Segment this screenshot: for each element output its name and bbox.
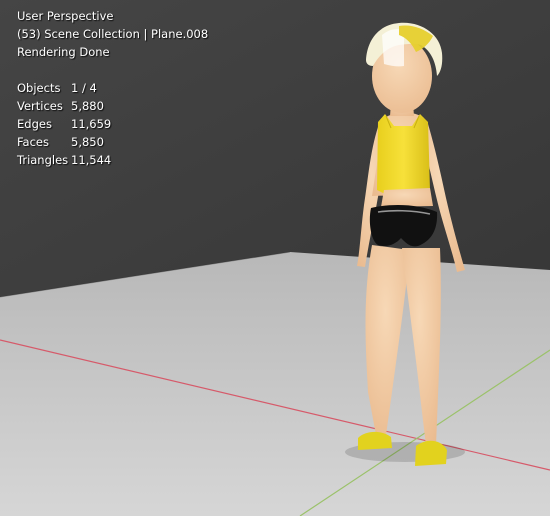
stat-value: 5,850: [71, 135, 104, 149]
floor-plane: [0, 252, 550, 516]
right-shoe: [415, 440, 447, 466]
collection-path: (53) Scene Collection | Plane.008: [17, 27, 209, 41]
stat-value: 5,880: [71, 99, 104, 113]
stat-row-triangles: Triangles 11,544: [17, 151, 208, 169]
stat-label: Vertices: [17, 99, 63, 113]
stat-label: Triangles: [17, 153, 69, 167]
waist: [381, 188, 433, 207]
viewport-overlay: User Perspective (53) Scene Collection |…: [17, 7, 208, 169]
stat-label: Edges: [17, 117, 52, 131]
stat-label: Faces: [17, 135, 49, 149]
stat-row-faces: Faces 5,850: [17, 133, 208, 151]
stat-label: Objects: [17, 81, 61, 95]
yellow-top: [377, 114, 430, 194]
3d-viewport[interactable]: User Perspective (53) Scene Collection |…: [0, 0, 550, 516]
view-name: User Perspective: [17, 9, 114, 23]
left-shoe: [358, 431, 392, 450]
stat-row-vertices: Vertices 5,880: [17, 97, 208, 115]
render-status: Rendering Done: [17, 45, 110, 59]
stat-value: 11,544: [71, 153, 112, 167]
stat-value: 1 / 4: [71, 81, 97, 95]
stat-value: 11,659: [71, 117, 112, 131]
stat-row-objects: Objects 1 / 4: [17, 79, 208, 97]
stat-row-edges: Edges 11,659: [17, 115, 208, 133]
statistics-panel: Objects 1 / 4 Vertices 5,880 Edges 11,65…: [17, 79, 208, 169]
